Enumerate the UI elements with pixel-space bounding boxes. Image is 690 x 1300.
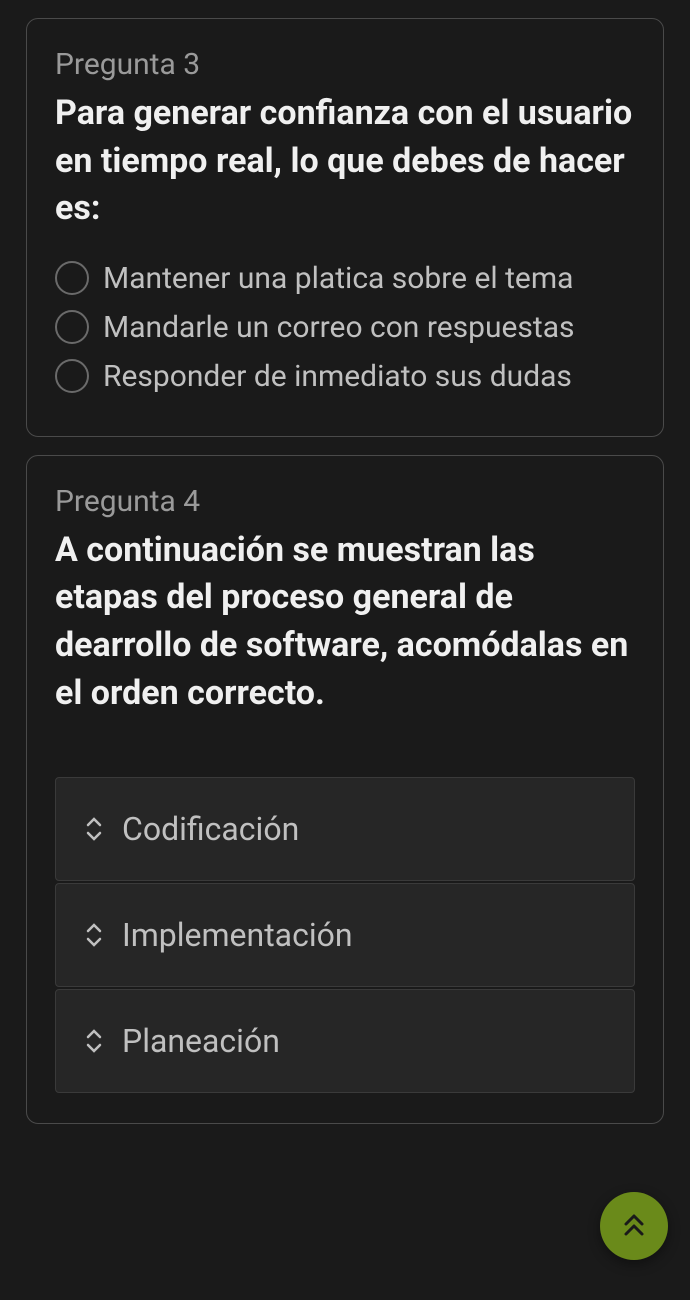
question-title: Para generar confianza con el usuario en… — [55, 90, 635, 233]
sortable-label: Implementación — [122, 916, 353, 954]
sort-controls — [84, 815, 104, 843]
radio-circle-icon — [55, 261, 89, 295]
radio-option-2[interactable]: Mandarle un correo con respuestas — [55, 310, 635, 345]
sort-controls — [84, 921, 104, 949]
radio-option-1[interactable]: Mantener una platica sobre el tema — [55, 261, 635, 296]
sortable-label: Planeación — [122, 1022, 280, 1060]
sortable-item-3[interactable]: Planeación — [55, 989, 635, 1093]
question-title: A continuación se muestran las etapas de… — [55, 527, 635, 717]
chevron-up-icon[interactable] — [84, 921, 104, 935]
radio-label: Mantener una platica sobre el tema — [103, 261, 573, 296]
question-number: Pregunta 3 — [55, 47, 635, 82]
sortable-list: Codificación Implementación — [55, 777, 635, 1093]
chevron-down-icon[interactable] — [84, 1041, 104, 1055]
radio-circle-icon — [55, 310, 89, 344]
scroll-to-top-button[interactable] — [600, 1192, 668, 1260]
question-card-4: Pregunta 4 A continuación se muestran la… — [26, 455, 664, 1124]
sortable-item-1[interactable]: Codificación — [55, 777, 635, 881]
chevron-down-icon[interactable] — [84, 935, 104, 949]
question-number: Pregunta 4 — [55, 484, 635, 519]
chevron-down-icon[interactable] — [84, 829, 104, 843]
radio-circle-icon — [55, 359, 89, 393]
radio-option-3[interactable]: Responder de inmediato sus dudas — [55, 359, 635, 394]
chevron-up-icon[interactable] — [84, 815, 104, 829]
chevron-up-icon[interactable] — [84, 1027, 104, 1041]
radio-label: Responder de inmediato sus dudas — [103, 359, 572, 394]
double-chevron-up-icon — [622, 1212, 646, 1241]
radio-label: Mandarle un correo con respuestas — [103, 310, 575, 345]
sort-controls — [84, 1027, 104, 1055]
sortable-item-2[interactable]: Implementación — [55, 883, 635, 987]
sortable-label: Codificación — [122, 810, 299, 848]
question-card-3: Pregunta 3 Para generar confianza con el… — [26, 18, 664, 437]
